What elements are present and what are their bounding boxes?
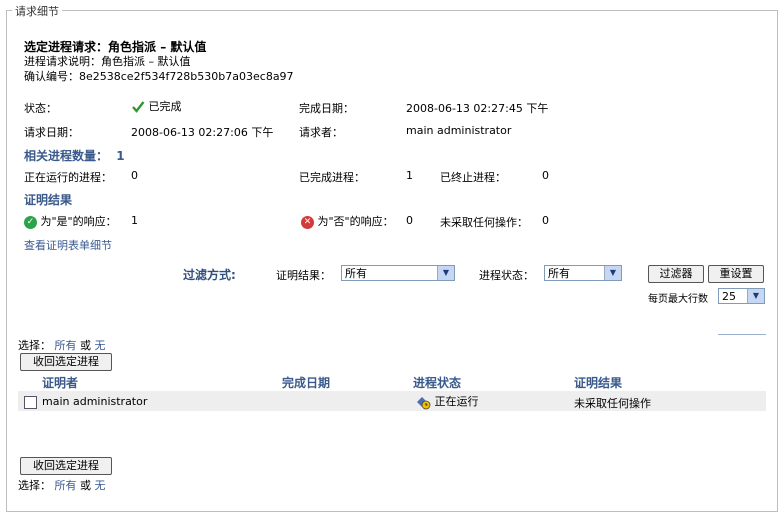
completed-value: 1	[406, 169, 413, 182]
row-checkbox[interactable]	[24, 395, 37, 409]
rows-per-page-select[interactable]: 25 ▼	[718, 288, 765, 304]
column-attester[interactable]: 证明者	[42, 374, 78, 391]
filter-title: 过滤方式:	[183, 268, 236, 282]
rows-per-page-value: 25	[722, 290, 736, 303]
filter-button[interactable]: 过滤器	[648, 265, 704, 283]
chevron-down-icon: ▼	[604, 266, 621, 280]
select-or: 或	[80, 479, 91, 492]
select-all-link[interactable]: 所有	[55, 479, 77, 492]
state-filter-select[interactable]: 所有 ▼	[544, 265, 622, 281]
row-attester: main administrator	[42, 395, 148, 408]
proof-results-heading: 证明结果	[24, 193, 73, 207]
no-x-icon: ✕	[301, 215, 314, 229]
checkmark-icon	[132, 101, 145, 113]
yes-responses: ✓ 为"是"的响应：	[24, 213, 117, 229]
requester-label: 请求者：	[299, 126, 343, 139]
running-process-icon	[417, 397, 431, 410]
table-row: main administrator 正在运行 未采取任何操作	[18, 391, 766, 411]
panel-legend: 请求细节	[12, 3, 62, 19]
select-label: 选择：	[18, 339, 51, 352]
completed-label: 已完成进程：	[299, 171, 365, 184]
row-result: 未采取任何操作	[574, 397, 651, 410]
status-text: 已完成	[148, 100, 182, 113]
completion-date-label: 完成日期：	[299, 102, 354, 115]
rows-per-page-label: 每页最大行数	[648, 294, 708, 305]
request-date-value: 2008-06-13 02:27:06 下午	[131, 126, 274, 139]
select-bottom: 选择： 所有 或 无	[18, 477, 106, 493]
running-label: 正在运行的进程：	[24, 171, 112, 184]
description-value: 角色指派 – 默认值	[101, 55, 191, 68]
request-title-value: 角色指派 – 默认值	[108, 40, 207, 54]
confirmation-label: 确认编号：	[24, 70, 79, 83]
request-title-label: 选定进程请求：	[24, 40, 109, 54]
retract-selected-button-top[interactable]: 收回选定进程	[20, 353, 112, 371]
view-form-details-link[interactable]: 查看证明表单细节	[24, 237, 112, 253]
select-none-link[interactable]: 无	[95, 339, 106, 352]
related-label: 相关进程数量：	[24, 149, 109, 163]
row-state-text: 正在运行	[434, 395, 479, 408]
yes-value: 1	[131, 214, 138, 227]
description-label: 进程请求说明：	[24, 55, 101, 68]
retract-selected-button-bottom[interactable]: 收回选定进程	[20, 457, 112, 475]
confirmation-value: 8e2538ce2f534f728b530b7a03ec8a97	[79, 70, 294, 83]
confirmation-number: 确认编号：8e2538ce2f534f728b530b7a03ec8a97	[24, 68, 294, 84]
no-value: 0	[406, 214, 413, 227]
row-state: 正在运行	[415, 393, 479, 410]
terminated-label: 已终止进程：	[440, 171, 506, 184]
no-action-value: 0	[542, 214, 549, 227]
state-filter-value: 所有	[548, 267, 570, 280]
chevron-down-icon: ▼	[747, 289, 764, 303]
column-completion-date[interactable]: 完成日期	[282, 374, 330, 391]
chevron-down-icon: ▼	[437, 266, 454, 280]
yes-check-icon: ✓	[24, 215, 37, 229]
filter-state-label: 进程状态：	[479, 269, 534, 282]
status-value: 已完成	[131, 98, 182, 114]
result-filter-select[interactable]: 所有 ▼	[341, 265, 455, 281]
requester-value: main administrator	[406, 124, 512, 137]
filter-result-label: 证明结果：	[276, 269, 331, 282]
result-filter-value: 所有	[345, 267, 367, 280]
select-none-link[interactable]: 无	[95, 479, 106, 492]
request-details-panel	[6, 10, 778, 512]
running-value: 0	[131, 169, 138, 182]
status-label: 状态：	[24, 102, 57, 115]
column-process-state[interactable]: 进程状态	[413, 374, 461, 391]
select-label: 选择：	[18, 479, 51, 492]
related-processes: 相关进程数量： 1	[24, 147, 125, 164]
divider	[718, 334, 766, 335]
request-date-label: 请求日期：	[24, 126, 79, 139]
completion-date-value: 2008-06-13 02:27:45 下午	[406, 102, 549, 115]
select-or: 或	[80, 339, 91, 352]
related-value: 1	[116, 149, 125, 163]
column-proof-result[interactable]: 证明结果	[574, 374, 622, 391]
table-header: 证明者 完成日期 进程状态 证明结果	[18, 372, 766, 390]
request-description: 进程请求说明：角色指派 – 默认值	[24, 53, 191, 69]
select-top: 选择： 所有 或 无	[18, 337, 106, 353]
yes-label: 为"是"的响应：	[40, 215, 117, 228]
no-action-label: 未采取任何操作：	[440, 216, 528, 229]
reset-button[interactable]: 重设置	[708, 265, 764, 283]
select-all-link[interactable]: 所有	[55, 339, 77, 352]
no-responses: ✕ 为"否"的响应：	[301, 213, 394, 229]
no-label: 为"否"的响应：	[317, 215, 394, 228]
terminated-value: 0	[542, 169, 549, 182]
